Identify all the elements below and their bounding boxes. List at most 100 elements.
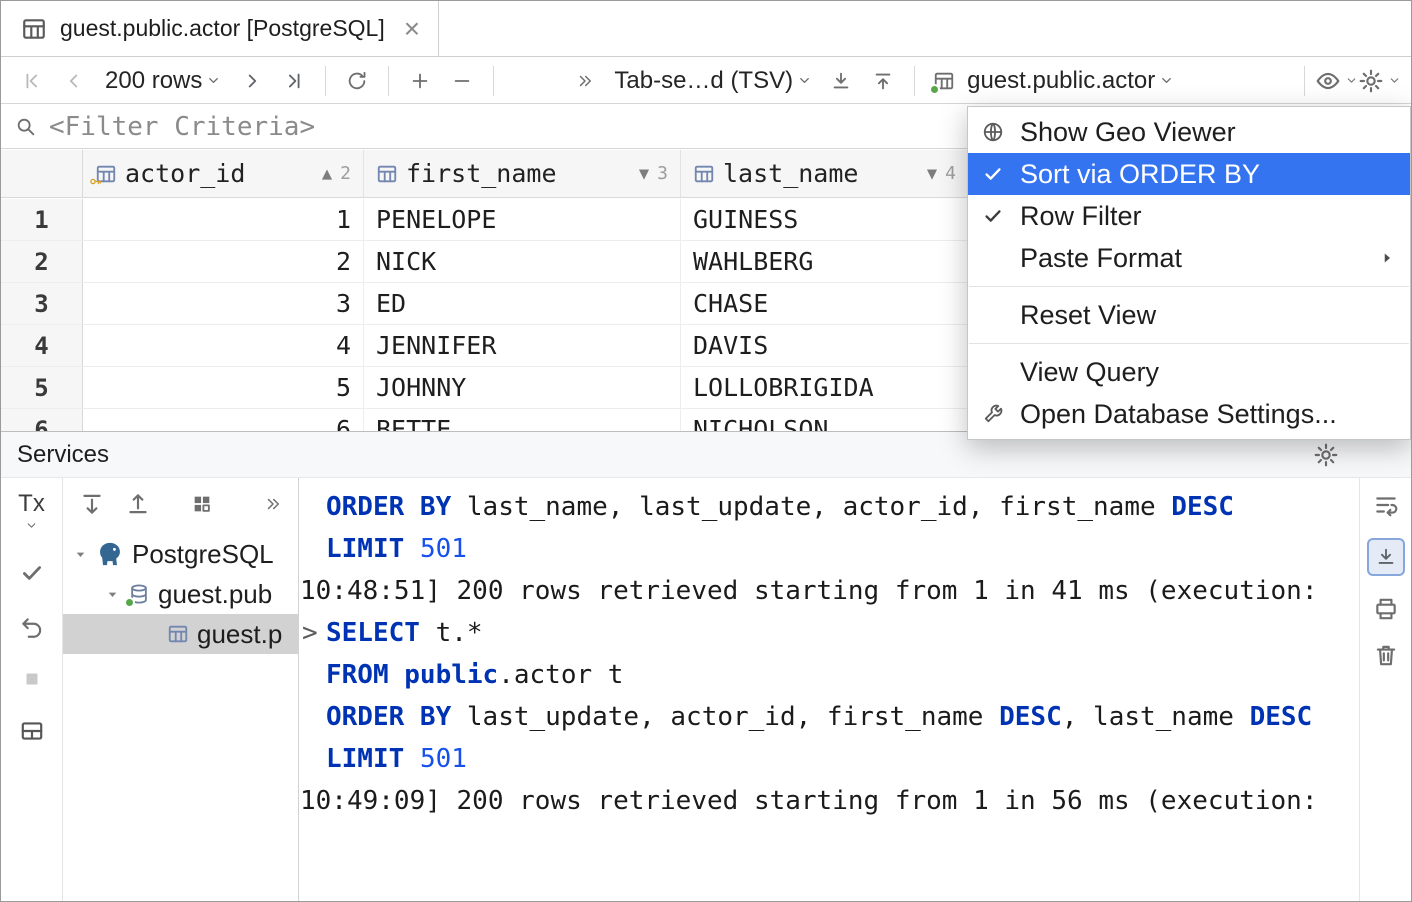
tab-data-grid[interactable]: guest.public.actor [PostgreSQL] × [1, 1, 439, 56]
reload-data-button[interactable] [336, 62, 378, 100]
console-line: 10:48:51] 200 rows retrieved starting fr… [299, 570, 1359, 612]
row-number[interactable]: 3 [1, 283, 83, 324]
menu-item-reset-view[interactable]: Reset View [968, 294, 1410, 336]
console-output[interactable]: ORDER BY last_name, last_update, actor_i… [299, 478, 1359, 901]
delete-row-button[interactable] [441, 62, 483, 100]
row-number[interactable]: 1 [1, 199, 83, 240]
row-number[interactable]: 4 [1, 325, 83, 366]
menu-item-sort-via-order-by[interactable]: Sort via ORDER BY [968, 153, 1410, 195]
add-row-button[interactable] [399, 62, 441, 100]
column-header-actor-id[interactable]: actor_id ▲ 2 [83, 150, 364, 197]
database-icon [128, 583, 150, 605]
cell-actor-id[interactable]: 4 [83, 325, 364, 366]
print-button[interactable] [1373, 596, 1399, 622]
group-by-button[interactable] [191, 493, 213, 515]
cell-first-name[interactable]: JOHNNY [364, 367, 681, 408]
menu-separator [969, 286, 1409, 287]
collapse-all-button[interactable] [125, 491, 151, 517]
table-selector-label: guest.public.actor [967, 67, 1155, 95]
cell-last-name[interactable]: DAVIS [681, 325, 969, 366]
cell-first-name[interactable]: PENELOPE [364, 199, 681, 240]
last-page-button[interactable] [273, 62, 315, 100]
postgresql-elephant-icon [96, 540, 124, 568]
cell-last-name[interactable]: CHASE [681, 283, 969, 324]
view-options-button[interactable] [1315, 62, 1358, 100]
column-name: first_name [406, 159, 557, 188]
import-data-button[interactable] [862, 62, 904, 100]
cell-actor-id[interactable]: 6 [83, 409, 364, 431]
menu-item-paste-format[interactable]: Paste Format [968, 237, 1410, 279]
sort-order-number: 3 [657, 163, 668, 184]
editor-tab-bar: guest.public.actor [PostgreSQL] × [1, 1, 1411, 57]
page-size-dropdown[interactable]: 200 rows [95, 62, 231, 100]
export-data-button[interactable] [820, 62, 862, 100]
globe-icon [982, 121, 1020, 143]
tx-label: Tx [18, 490, 45, 518]
settings-context-menu: Show Geo Viewer Sort via ORDER BY Row Fi… [967, 106, 1411, 440]
console-line: LIMIT 501 [299, 528, 1359, 570]
row-number[interactable]: 2 [1, 241, 83, 282]
tree-item-label: guest.pub [158, 579, 272, 610]
scroll-to-end-button[interactable] [1367, 538, 1405, 576]
layout-options-button[interactable] [19, 718, 45, 744]
menu-item-label: Reset View [1020, 300, 1156, 331]
services-panel: Services Tx [1, 431, 1411, 901]
first-page-button[interactable] [11, 62, 53, 100]
cell-last-name[interactable]: WAHLBERG [681, 241, 969, 282]
cell-last-name[interactable]: GUINESS [681, 199, 969, 240]
services-title: Services [17, 441, 109, 469]
menu-item-row-filter[interactable]: Row Filter [968, 195, 1410, 237]
previous-page-button[interactable] [53, 62, 95, 100]
console-line: FROM public.actor t [299, 654, 1359, 696]
column-header-last-name[interactable]: last_name ▼ 4 [681, 150, 969, 197]
soft-wrap-button[interactable] [1373, 492, 1399, 518]
cell-first-name[interactable]: BETTE [364, 409, 681, 431]
cell-first-name[interactable]: JENNIFER [364, 325, 681, 366]
row-number[interactable]: 6 [1, 409, 83, 431]
menu-item-view-query[interactable]: View Query [968, 351, 1410, 393]
cell-actor-id[interactable]: 3 [83, 283, 364, 324]
column-icon [376, 163, 398, 185]
wrench-icon [982, 403, 1020, 425]
stop-button[interactable] [21, 668, 43, 690]
filter-criteria-input[interactable]: <Filter Criteria> [49, 112, 315, 142]
app-window: guest.public.actor [PostgreSQL] × 200 ro… [0, 0, 1412, 902]
cell-first-name[interactable]: ED [364, 283, 681, 324]
submenu-arrow-icon [1378, 249, 1396, 267]
services-gear-icon[interactable] [1313, 442, 1339, 468]
search-icon[interactable] [15, 116, 37, 138]
cell-first-name[interactable]: NICK [364, 241, 681, 282]
column-header-first-name[interactable]: first_name ▼ 3 [364, 150, 681, 197]
cell-actor-id[interactable]: 1 [83, 199, 364, 240]
clear-output-button[interactable] [1373, 642, 1399, 668]
cell-actor-id[interactable]: 2 [83, 241, 364, 282]
tree-toolbar-overflow-chevron-icon[interactable] [264, 495, 282, 513]
toolbar-overflow-chevron-icon[interactable] [564, 62, 606, 100]
row-number[interactable]: 5 [1, 367, 83, 408]
menu-item-label: Paste Format [1020, 243, 1182, 274]
expanded-chevron-icon[interactable] [73, 547, 88, 562]
tree-item-datasource[interactable]: guest.pub [63, 574, 298, 614]
cell-last-name[interactable]: NICHOLSON [681, 409, 969, 431]
cell-last-name[interactable]: LOLLOBRIGIDA [681, 367, 969, 408]
column-icon [693, 163, 715, 185]
table-selector-dropdown[interactable]: guest.public.actor [925, 62, 1182, 100]
settings-gear-button[interactable] [1358, 62, 1401, 100]
close-tab-icon[interactable]: × [404, 15, 420, 43]
transaction-mode-dropdown[interactable]: Tx [18, 490, 45, 532]
tree-item-label: PostgreSQL [132, 539, 274, 570]
expanded-chevron-icon[interactable] [105, 587, 120, 602]
export-format-dropdown[interactable]: Tab-se…d (TSV) [606, 62, 820, 100]
menu-item-open-database-settings[interactable]: Open Database Settings... [968, 393, 1410, 435]
next-page-button[interactable] [231, 62, 273, 100]
cell-actor-id[interactable]: 5 [83, 367, 364, 408]
tree-item-table[interactable]: guest.p [63, 614, 298, 654]
menu-item-show-geo-viewer[interactable]: Show Geo Viewer [968, 111, 1410, 153]
rollback-button[interactable] [19, 614, 45, 640]
toolbar-divider [325, 66, 326, 96]
sort-direction-icon: ▲ [322, 164, 332, 184]
tree-item-postgresql[interactable]: PostgreSQL [63, 534, 298, 574]
expand-all-button[interactable] [79, 491, 105, 517]
commit-button[interactable] [19, 560, 45, 586]
console-line: ORDER BY last_name, last_update, actor_i… [299, 486, 1359, 528]
